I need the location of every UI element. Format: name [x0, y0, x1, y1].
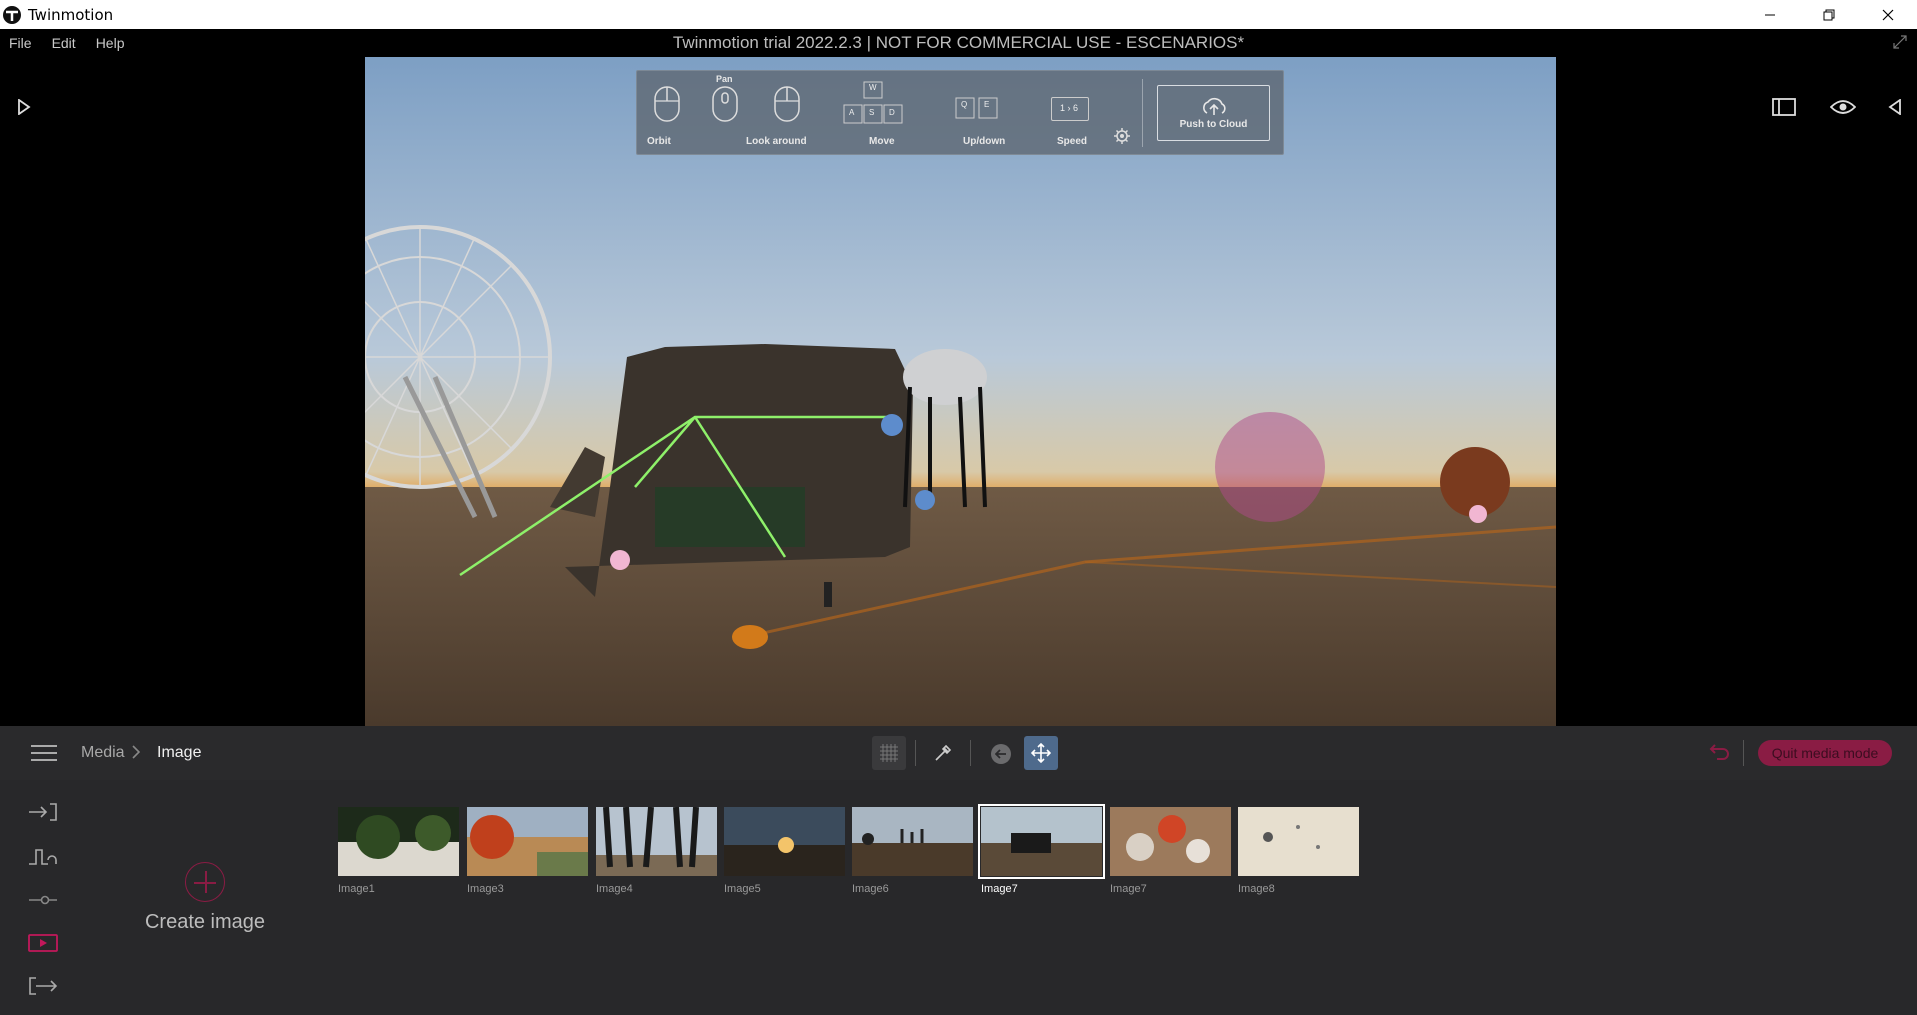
mouse-middle-icon [712, 86, 738, 122]
panel-layout-icon [1772, 98, 1796, 116]
toolbar-divider [915, 740, 916, 766]
speed-label: Speed [1057, 136, 1088, 147]
restore-button[interactable] [1799, 0, 1858, 29]
minimize-button[interactable] [1740, 0, 1799, 29]
create-image-label: Create image [144, 911, 266, 933]
media-toolbar: Media Image Quit media mode [0, 726, 1917, 780]
thumbnail-label: Image1 [338, 883, 375, 895]
expand-left-panel-button[interactable] [12, 95, 36, 119]
settings-slider-button[interactable] [26, 885, 60, 915]
import-button[interactable] [26, 797, 60, 827]
twinmotion-logo-icon [3, 5, 21, 24]
slider-icon [29, 895, 57, 905]
export-button[interactable] [26, 971, 60, 1001]
thumbnail[interactable] [852, 807, 973, 876]
thumbnail-label: Image8 [1238, 883, 1275, 895]
add-circle-icon [185, 862, 225, 902]
close-button[interactable] [1858, 0, 1917, 29]
create-image-button[interactable]: Create image [140, 862, 270, 934]
play-right-icon [18, 99, 31, 115]
hamburger-menu-icon[interactable] [31, 744, 57, 762]
menu-edit[interactable]: Edit [42, 35, 86, 51]
terrain-icon [29, 849, 57, 865]
3d-viewport[interactable] [365, 57, 1556, 726]
up-down-label: Up/down [963, 136, 1006, 147]
thumbnail[interactable] [596, 807, 717, 876]
menu-help[interactable]: Help [86, 35, 135, 51]
move-arrows-icon [1031, 743, 1051, 763]
restore-icon [1823, 9, 1834, 20]
scene-render [365, 57, 1556, 726]
pipette-button[interactable] [926, 736, 960, 770]
key-q: Q [961, 100, 968, 109]
toolbar-divider [970, 740, 971, 766]
window-title-bar: Twinmotion [0, 0, 1917, 29]
speed-keys-text: 1 › 6 [1060, 103, 1079, 113]
thumbnail[interactable] [338, 807, 459, 876]
key-a: A [849, 108, 855, 117]
push-to-cloud-label: Push to Cloud [1179, 118, 1248, 130]
panel-layout-button[interactable] [1769, 95, 1799, 119]
eye-icon [1830, 100, 1856, 114]
grid-icon [880, 744, 898, 762]
back-button[interactable] [991, 744, 1011, 764]
quit-media-mode-button[interactable]: Quit media mode [1758, 740, 1892, 766]
app-title: Twinmotion [28, 5, 114, 24]
key-d: D [889, 108, 895, 117]
menu-bar: File Edit Help [0, 29, 1917, 57]
visibility-button[interactable] [1828, 95, 1858, 119]
thumbnail[interactable] [467, 807, 588, 876]
context-button[interactable] [26, 841, 60, 871]
thumbnail[interactable] [1238, 807, 1359, 876]
thumbnail-label: Image4 [596, 883, 633, 895]
fullscreen-icon[interactable] [1891, 33, 1909, 51]
chevron-right-icon [132, 745, 141, 759]
thumbnail-label: Image5 [724, 883, 761, 895]
expand-right-panel-button[interactable] [1883, 95, 1907, 119]
export-icon [29, 977, 58, 995]
media-button[interactable] [26, 928, 60, 958]
thumbnail-label: Image3 [467, 883, 504, 895]
media-play-icon [28, 934, 58, 952]
toolbar-divider [1743, 740, 1744, 766]
thumbnail[interactable] [724, 807, 845, 876]
move-tool-button[interactable] [1024, 736, 1058, 770]
mouse-right-icon [774, 86, 800, 122]
pan-label: Pan [716, 74, 733, 84]
arrow-left-icon [995, 749, 1006, 759]
breadcrumb-media[interactable]: Media [81, 744, 125, 762]
move-label: Move [869, 136, 895, 147]
import-icon [29, 803, 57, 821]
push-to-cloud-button[interactable]: Push to Cloud [1157, 85, 1270, 141]
thumbnail-label: Image6 [852, 883, 889, 895]
keyboard-updown-icon: Q E [955, 97, 999, 119]
thumbnail[interactable] [1110, 807, 1231, 876]
navigation-help-panel: Orbit Pan Look around W A S D Move Q E U… [636, 70, 1284, 155]
key-w: W [869, 83, 877, 92]
menu-file[interactable]: File [0, 35, 42, 51]
speed-keys-icon: 1 › 6 [1051, 97, 1089, 121]
undo-icon[interactable] [1705, 740, 1731, 766]
pipette-icon [935, 744, 952, 761]
thumbnail-selected[interactable] [978, 804, 1105, 879]
orbit-label: Orbit [647, 136, 671, 147]
nav-help-divider [1142, 79, 1143, 147]
key-e: E [984, 100, 990, 109]
minimize-icon [1764, 14, 1775, 15]
settings-gear-icon[interactable] [1114, 128, 1130, 144]
cloud-upload-icon [1202, 97, 1226, 115]
key-s: S [869, 108, 875, 117]
thumbnail-label: Image7 [1110, 883, 1147, 895]
mouse-left-icon [654, 86, 680, 122]
close-icon [1882, 9, 1893, 20]
grid-toggle-button[interactable] [872, 736, 906, 770]
breadcrumb-image: Image [157, 744, 202, 761]
thumbnail-label: Image7 [981, 883, 1018, 895]
keyboard-move-icon: W A S D [842, 81, 904, 126]
look-around-label: Look around [746, 136, 807, 147]
play-left-icon [1888, 99, 1901, 115]
